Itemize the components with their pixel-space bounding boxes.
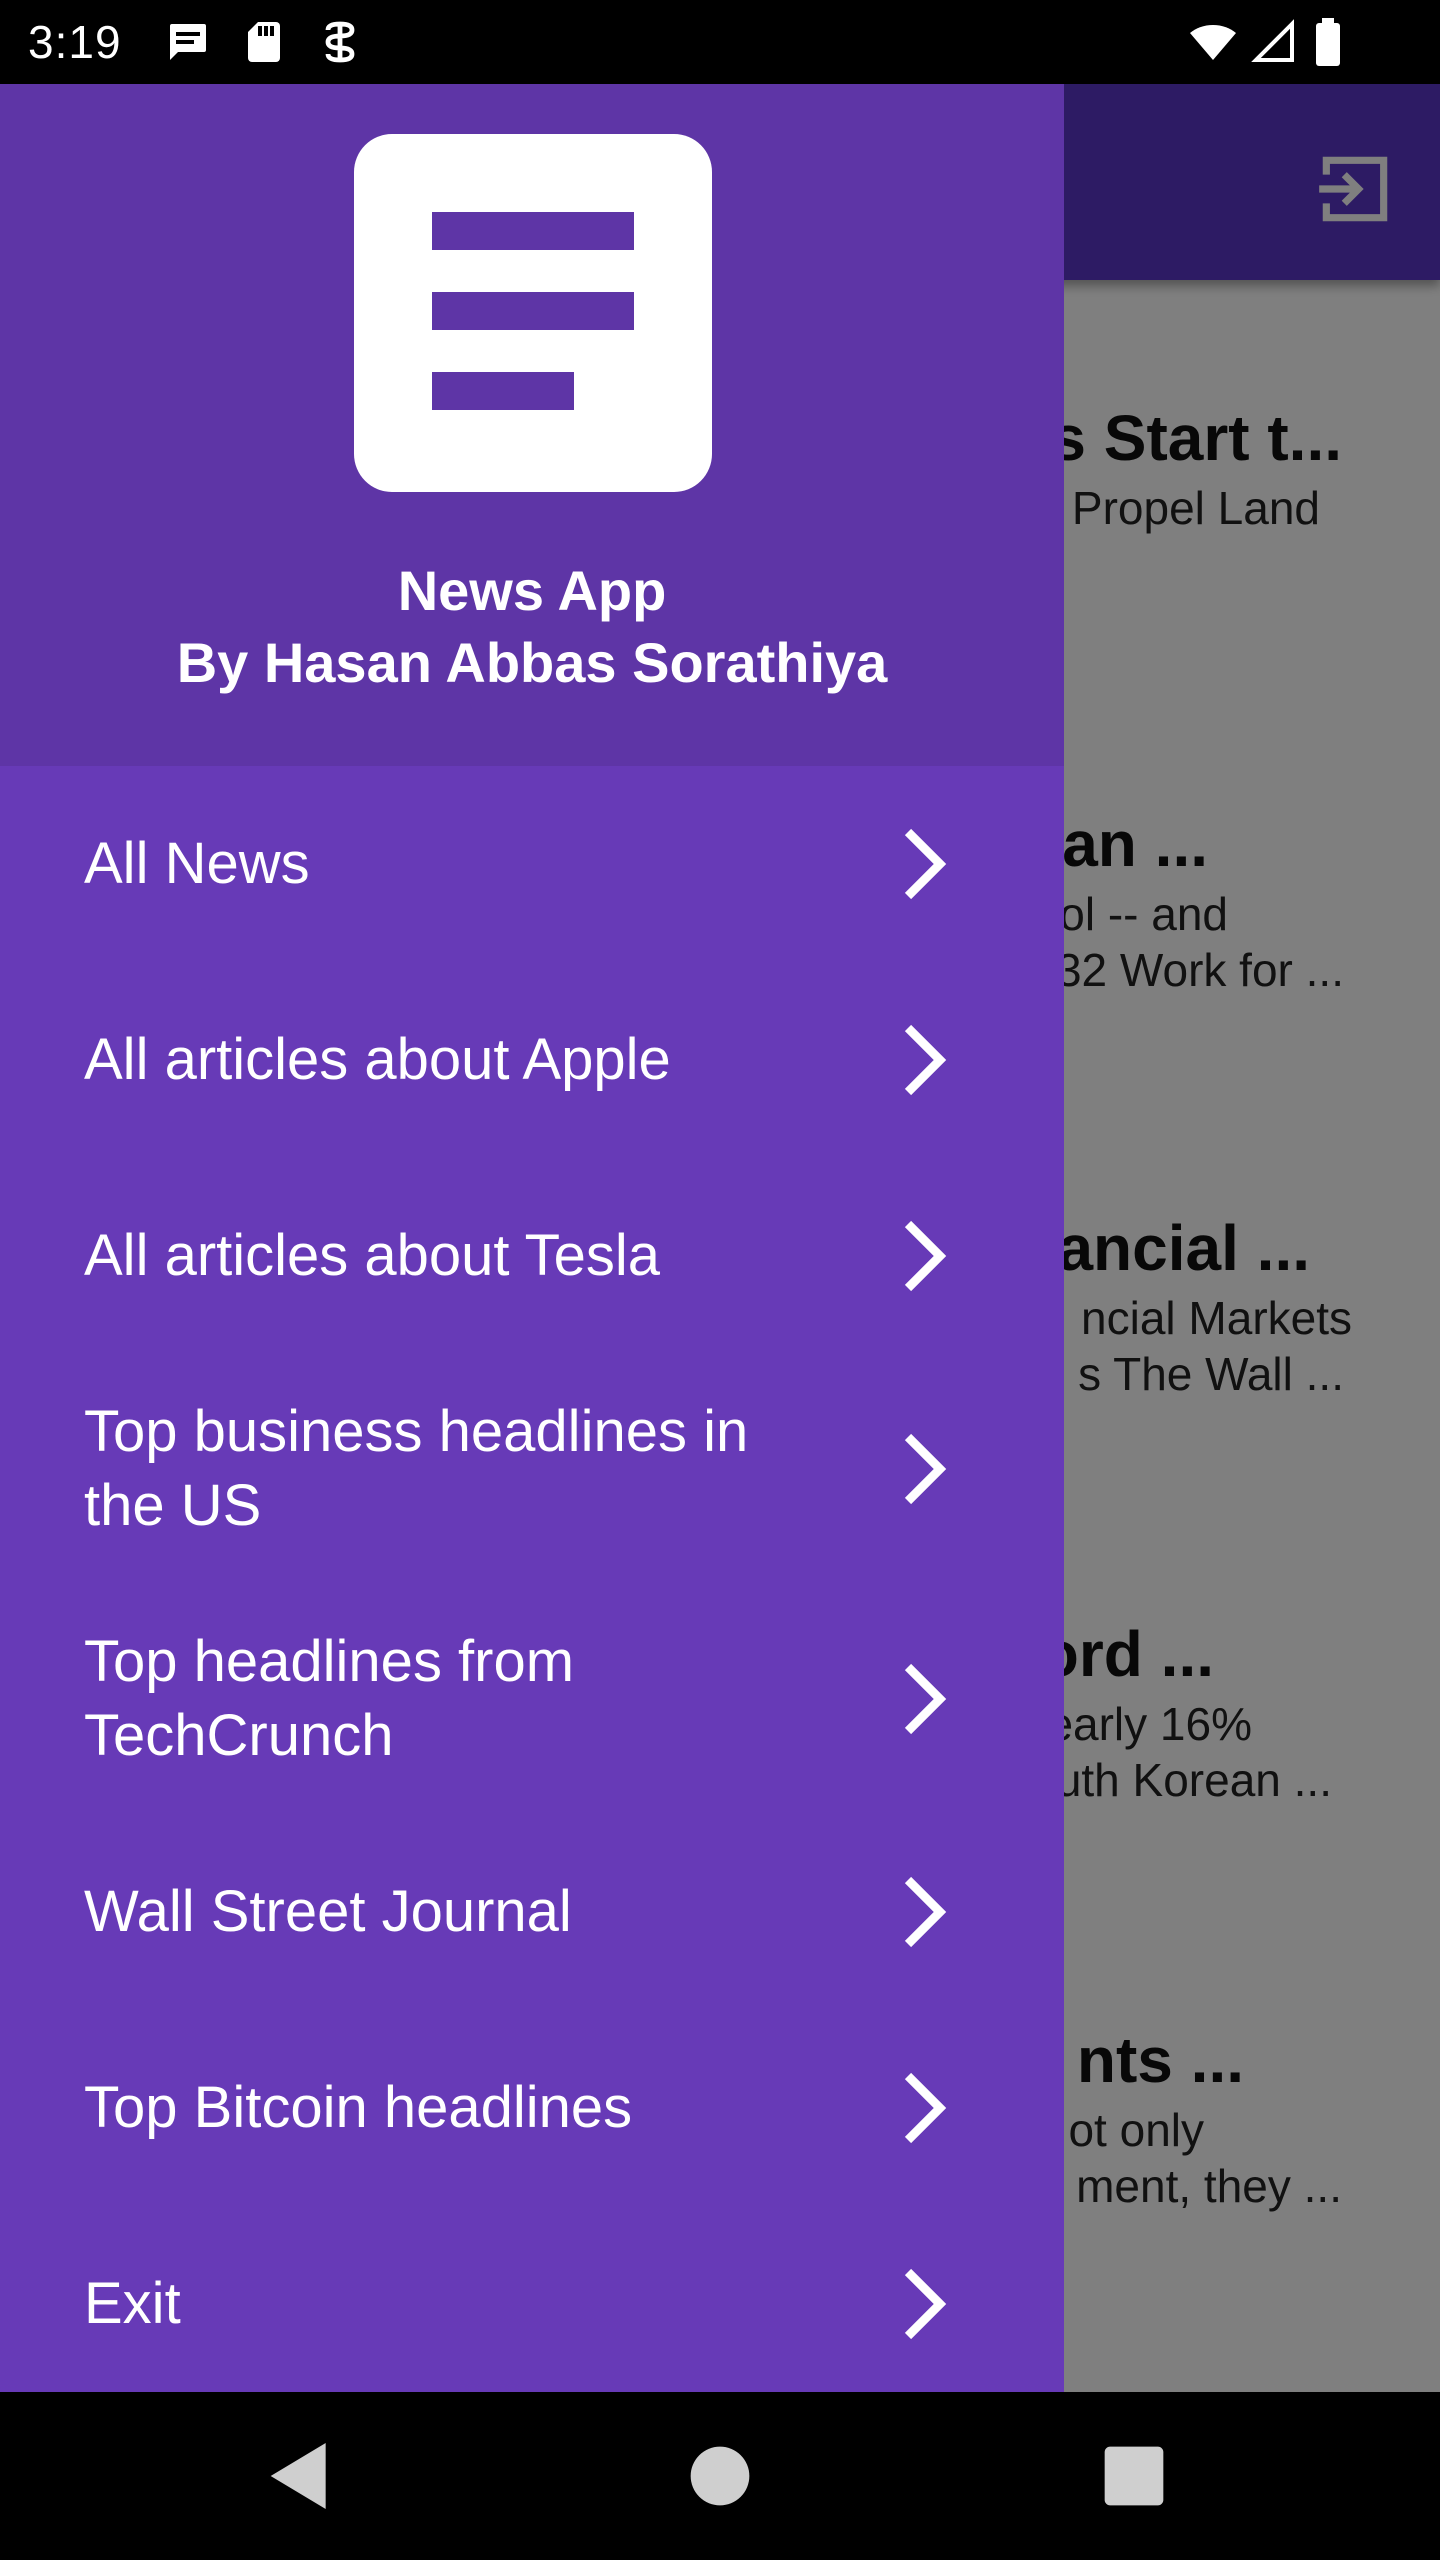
back-triangle-icon[interactable]: [256, 2432, 344, 2520]
wifi-icon: [1186, 18, 1240, 66]
menu-item-tesla[interactable]: All articles about Tesla: [0, 1158, 1064, 1354]
logo-bar: [432, 372, 574, 410]
menu-item-exit[interactable]: Exit: [0, 2206, 1064, 2392]
menu-item-label: Wall Street Journal: [84, 1879, 572, 1944]
menu-item-label: Top Bitcoin headlines: [84, 2075, 633, 2140]
menu-item-bitcoin[interactable]: Top Bitcoin headlines: [0, 2010, 1064, 2206]
menu-item-business-us[interactable]: Top business headlines in the US: [0, 1354, 1064, 1584]
notification-text-icon: [164, 18, 212, 66]
article-icon: [354, 134, 712, 492]
recents-square-icon[interactable]: [1090, 2432, 1178, 2520]
app-title: News App: [397, 559, 667, 622]
menu-item-techcrunch[interactable]: Top headlines from TechCrunch: [0, 1584, 1064, 1814]
chevron-right-icon: [892, 1659, 956, 1739]
menu-item-label: Top headlines from TechCrunch: [84, 1629, 575, 1768]
drawer-header: News App By Hasan Abbas Sorathiya: [0, 84, 1064, 766]
signal-icon: [1250, 18, 1298, 66]
app-author: By Hasan Abbas Sorathiya: [176, 631, 888, 694]
home-circle-icon[interactable]: [676, 2432, 764, 2520]
logo-bar: [432, 212, 634, 250]
screen: 3:19 s Start t... Propel Land: [0, 0, 1440, 2560]
chevron-right-icon: [892, 1216, 956, 1296]
system-nav-bar: [0, 2392, 1440, 2560]
logo-bar: [432, 292, 634, 330]
menu-item-all-news[interactable]: All News: [0, 766, 1064, 962]
menu-item-label: All articles about Tesla: [84, 1223, 661, 1288]
chevron-right-icon: [892, 1020, 956, 1100]
sd-card-icon: [240, 18, 288, 66]
status-time: 3:19: [28, 16, 122, 68]
chevron-right-icon: [892, 2264, 956, 2344]
menu-item-label: All articles about Apple: [84, 1027, 671, 1092]
battery-icon: [1310, 18, 1346, 66]
menu-item-label: Top business headlines in the US: [84, 1399, 749, 1538]
menu-item-wall-street-journal[interactable]: Wall Street Journal: [0, 1814, 1064, 2010]
menu-item-label: Exit: [84, 2271, 181, 2336]
chevron-right-icon: [892, 2068, 956, 2148]
menu-item-label: All News: [84, 831, 310, 896]
navigation-drawer: News App By Hasan Abbas Sorathiya All Ne…: [0, 84, 1064, 2392]
chevron-right-icon: [892, 824, 956, 904]
vpn-key-icon: [316, 18, 364, 66]
chevron-right-icon: [892, 1429, 956, 1509]
menu-item-apple[interactable]: All articles about Apple: [0, 962, 1064, 1158]
chevron-right-icon: [892, 1872, 956, 1952]
status-bar: 3:19: [0, 0, 1440, 84]
